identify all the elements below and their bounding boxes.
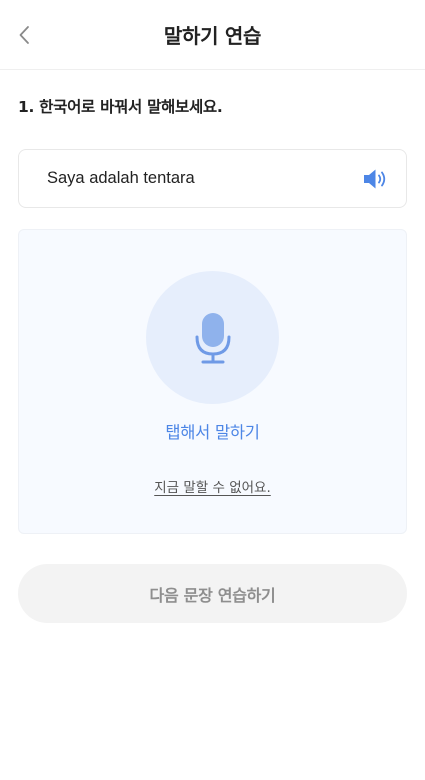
recording-panel: 탭해서 말하기 지금 말할 수 없어요.: [18, 229, 407, 534]
next-sentence-button[interactable]: 다음 문장 연습하기: [18, 564, 407, 623]
tap-to-speak-label[interactable]: 탭해서 말하기: [19, 419, 406, 443]
microphone-icon: [195, 312, 230, 363]
prompt-sentence: Saya adalah tentara: [47, 169, 195, 187]
top-app-bar: 말하기 연습: [0, 0, 425, 70]
page-title: 말하기 연습: [163, 24, 262, 48]
question-instruction: 1. 한국어로 바꿔서 말해보세요.: [18, 98, 223, 116]
prompt-card: Saya adalah tentara: [18, 149, 407, 208]
cant-speak-link[interactable]: 지금 말할 수 없어요.: [19, 476, 406, 496]
play-audio-button[interactable]: [362, 166, 388, 192]
speaker-icon: [364, 169, 386, 189]
record-button[interactable]: [146, 271, 279, 404]
